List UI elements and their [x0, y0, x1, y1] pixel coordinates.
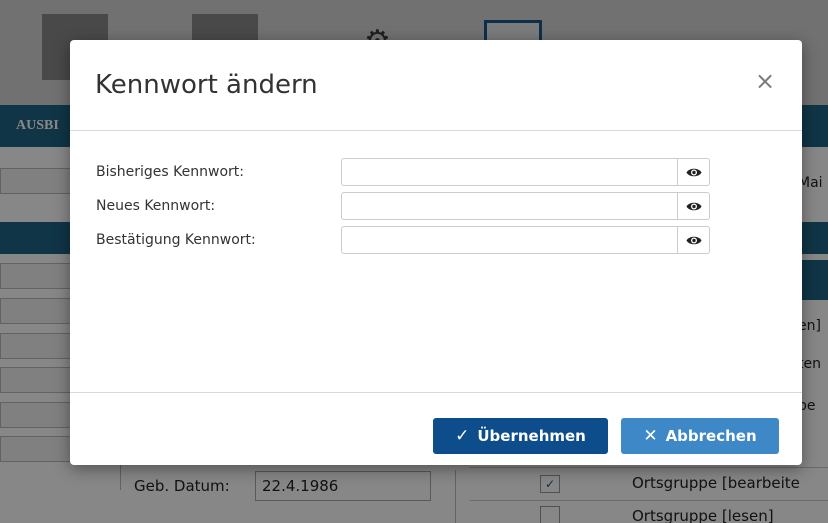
confirm-password-label: Bestätigung Kennwort:: [96, 232, 256, 248]
dialog-footer: ✓ Übernehmen ✕ Abbrechen: [70, 393, 802, 465]
eye-icon: [686, 168, 702, 177]
new-password-input[interactable]: [341, 192, 678, 220]
current-password-label: Bisheriges Kennwort:: [96, 164, 244, 180]
show-password-toggle[interactable]: [678, 226, 710, 254]
new-password-label: Neues Kennwort:: [96, 198, 216, 214]
check-icon: ✓: [455, 426, 470, 446]
current-password-input[interactable]: [341, 158, 678, 186]
show-password-toggle[interactable]: [678, 192, 710, 220]
confirm-password-input[interactable]: [341, 226, 678, 254]
dialog-body: Bisheriges Kennwort: Neues Kennwort: Bes…: [70, 131, 802, 393]
change-password-dialog: Kennwort ändern × Bisheriges Kennwort: N…: [70, 40, 802, 465]
cancel-button[interactable]: ✕ Abbrechen: [621, 418, 779, 454]
close-icon[interactable]: ×: [753, 68, 777, 94]
cancel-button-label: Abbrechen: [665, 427, 757, 445]
form-row-confirm-password: Bestätigung Kennwort:: [70, 226, 802, 254]
dialog-header: Kennwort ändern ×: [70, 40, 802, 131]
form-row-current-password: Bisheriges Kennwort:: [70, 158, 802, 186]
show-password-toggle[interactable]: [678, 158, 710, 186]
apply-button[interactable]: ✓ Übernehmen: [433, 418, 608, 454]
apply-button-label: Übernehmen: [477, 427, 586, 445]
close-icon: ✕: [643, 426, 658, 446]
eye-icon: [686, 202, 702, 211]
form-row-new-password: Neues Kennwort:: [70, 192, 802, 220]
eye-icon: [686, 236, 702, 245]
dialog-title: Kennwort ändern: [95, 70, 318, 100]
